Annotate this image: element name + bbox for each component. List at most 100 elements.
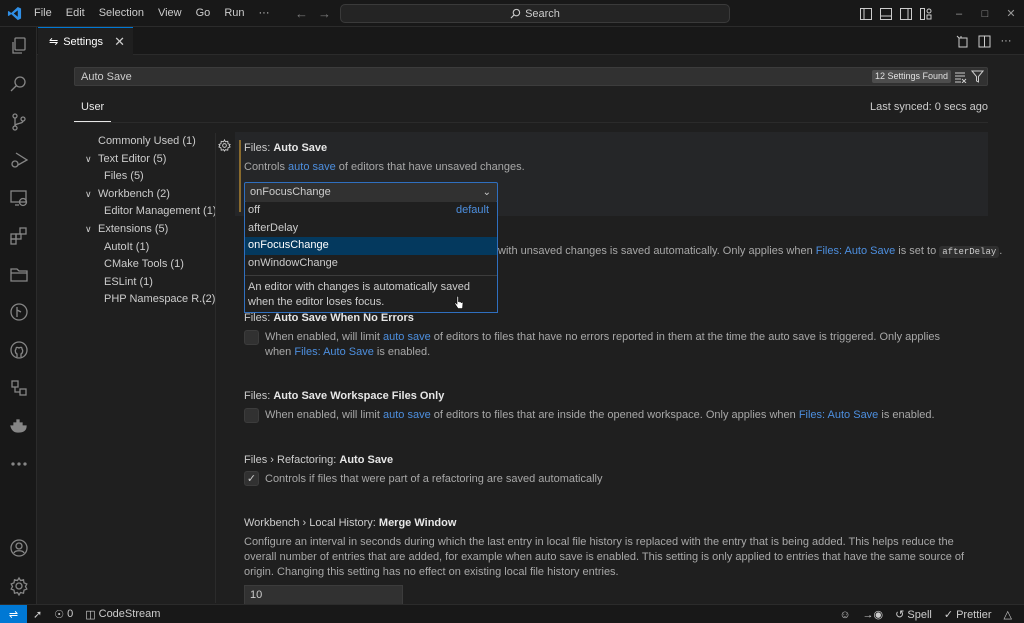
option-label: onFocusChange bbox=[248, 239, 329, 251]
auto-save-workspace-files-only-checkbox[interactable] bbox=[244, 408, 259, 423]
prettier-status[interactable]: ✓ Prettier bbox=[938, 605, 998, 623]
live-share-icon: →◉ bbox=[862, 609, 884, 621]
toc-item[interactable]: AutoIt (1) bbox=[74, 239, 216, 257]
dropdown-option[interactable]: onFocusChange bbox=[245, 237, 497, 255]
radio-tower-icon: ☉ bbox=[54, 608, 65, 621]
git-graph-icon[interactable] bbox=[0, 296, 37, 328]
menu-edit[interactable]: Edit bbox=[59, 0, 92, 27]
github-icon[interactable] bbox=[0, 334, 37, 366]
toc-item[interactable]: ∨ Extensions (5) bbox=[74, 221, 216, 239]
toc-item[interactable]: CMake Tools (1) bbox=[74, 256, 216, 274]
docker-icon[interactable] bbox=[0, 410, 37, 442]
toc-label: CMake Tools (1) bbox=[104, 258, 184, 271]
filter-icon[interactable] bbox=[971, 70, 984, 83]
tab-user[interactable]: User bbox=[74, 94, 112, 122]
deploy-status[interactable]: ➚ bbox=[27, 605, 48, 623]
setting-title-auto-save: Files: Auto Save bbox=[244, 142, 328, 154]
spell-status[interactable]: ↺ Spell bbox=[889, 605, 938, 623]
settings-sliders-icon: ⇋ bbox=[49, 36, 59, 48]
toc-item[interactable]: Commonly Used (1) bbox=[74, 133, 216, 151]
more-views-icon[interactable] bbox=[0, 448, 37, 480]
auto-save-link[interactable]: auto save bbox=[288, 161, 336, 173]
merge-window-input[interactable]: 10 bbox=[244, 585, 403, 605]
modified-indicator bbox=[239, 140, 241, 212]
setting-description-auto-save-delay: with unsaved changes is saved automatica… bbox=[498, 245, 1003, 258]
forward-arrow-icon[interactable]: → bbox=[318, 6, 331, 21]
toc-item[interactable]: ∨ Workbench (2) bbox=[74, 186, 216, 204]
maximize-button[interactable]: □ bbox=[972, 0, 998, 27]
files-auto-save-link[interactable]: Files: Auto Save bbox=[799, 409, 879, 421]
settings-search-box[interactable]: 12 Settings Found bbox=[74, 67, 988, 86]
results-count-badge: 12 Settings Found bbox=[871, 70, 951, 83]
toc-label: Extensions (5) bbox=[98, 222, 169, 235]
settings-toc: Commonly Used (1) ∨ Text Editor (5) Files (… bbox=[74, 133, 217, 309]
copilot-status[interactable]: ☺ bbox=[833, 605, 856, 623]
copilot-icon: ☺ bbox=[839, 608, 851, 621]
auto-save-when-no-errors-checkbox[interactable] bbox=[244, 330, 259, 345]
run-debug-icon[interactable] bbox=[0, 144, 37, 176]
search-icon[interactable] bbox=[0, 68, 37, 100]
files-auto-save-link[interactable]: Files: Auto Save bbox=[816, 245, 896, 257]
command-center-search[interactable]: Search bbox=[340, 4, 730, 23]
toc-label: Files (5) bbox=[104, 170, 144, 183]
back-arrow-icon[interactable]: ← bbox=[295, 6, 308, 21]
remote-indicator[interactable]: ⇌ bbox=[0, 604, 27, 623]
after-delay-code: afterDelay bbox=[939, 246, 1000, 258]
explorer-icon[interactable] bbox=[0, 30, 37, 62]
vscode-logo-icon bbox=[7, 6, 22, 21]
toggle-secondary-sidebar-icon[interactable] bbox=[896, 0, 916, 27]
setting-gear-icon[interactable] bbox=[218, 139, 231, 152]
dependency-icon[interactable] bbox=[0, 372, 37, 404]
history-icon: ↺ bbox=[895, 609, 905, 621]
toc-item[interactable]: PHP Namespace R... (2) bbox=[74, 291, 216, 309]
auto-save-link[interactable]: auto save bbox=[383, 409, 431, 421]
extensions-icon[interactable] bbox=[0, 220, 37, 252]
menu-view[interactable]: View bbox=[151, 0, 189, 27]
menu-go[interactable]: Go bbox=[189, 0, 218, 27]
setting-title-auto-save-when-no-errors: Files: Auto Save When No Errors bbox=[244, 312, 414, 324]
settings-editor: 12 Settings Found User Last synced: 0 se… bbox=[37, 56, 1024, 605]
codestream-status[interactable]: ◫ CodeStream bbox=[79, 605, 166, 623]
toc-item[interactable]: Files (5) bbox=[74, 168, 216, 186]
notifications-status[interactable]: △ bbox=[998, 605, 1018, 623]
search-icon bbox=[510, 8, 521, 19]
close-tab-icon[interactable]: ✕ bbox=[114, 34, 125, 50]
files-auto-save-link[interactable]: Files: Auto Save bbox=[294, 346, 374, 358]
toc-label: ESLint (1) bbox=[104, 275, 153, 288]
clear-search-filters-icon[interactable] bbox=[954, 70, 967, 83]
tab-settings[interactable]: ⇋ Settings ✕ bbox=[38, 27, 133, 55]
accounts-icon[interactable] bbox=[0, 532, 37, 564]
menu-file[interactable]: File bbox=[27, 0, 59, 27]
toggle-panel-icon[interactable] bbox=[876, 0, 896, 27]
ports-status[interactable]: ☉ 0 bbox=[48, 605, 79, 623]
dropdown-option[interactable]: afterDelay bbox=[245, 220, 497, 238]
dropdown-option[interactable]: off default bbox=[245, 202, 497, 220]
toggle-primary-sidebar-icon[interactable] bbox=[856, 0, 876, 27]
toc-item[interactable]: ∨ Text Editor (5) bbox=[74, 151, 216, 169]
open-settings-json-icon[interactable] bbox=[954, 33, 970, 49]
minimize-button[interactable]: – bbox=[946, 0, 972, 27]
settings-search-input[interactable] bbox=[81, 68, 781, 85]
close-window-button[interactable]: ✕ bbox=[998, 0, 1024, 27]
customize-layout-icon[interactable] bbox=[916, 0, 936, 27]
remote-icon: ⇌ bbox=[8, 608, 19, 621]
source-control-icon[interactable] bbox=[0, 106, 37, 138]
setting-title-refactoring-auto-save: Files › Refactoring: Auto Save bbox=[244, 454, 394, 466]
split-editor-icon[interactable] bbox=[976, 33, 992, 49]
auto-save-link[interactable]: auto save bbox=[383, 331, 431, 343]
refactoring-auto-save-checkbox[interactable]: ✓ bbox=[244, 471, 259, 486]
menu-more[interactable]: ··· bbox=[252, 0, 277, 27]
toc-divider[interactable] bbox=[215, 133, 216, 603]
dropdown-option[interactable]: onWindowChange bbox=[245, 255, 497, 273]
manage-gear-icon[interactable] bbox=[0, 570, 37, 602]
project-manager-icon[interactable] bbox=[0, 258, 37, 290]
remote-explorer-icon[interactable] bbox=[0, 182, 37, 214]
auto-save-select[interactable]: onFocusChange ⌄ bbox=[244, 182, 498, 203]
toc-item[interactable]: Editor Management (1) bbox=[74, 203, 217, 221]
menu-run[interactable]: Run bbox=[217, 0, 251, 27]
live-share-status[interactable]: →◉ bbox=[857, 605, 890, 623]
checkmark-icon: ✓ bbox=[246, 473, 257, 485]
toc-item[interactable]: ESLint (1) bbox=[74, 274, 216, 292]
more-actions-icon[interactable]: ··· bbox=[998, 33, 1014, 49]
menu-selection[interactable]: Selection bbox=[92, 0, 151, 27]
